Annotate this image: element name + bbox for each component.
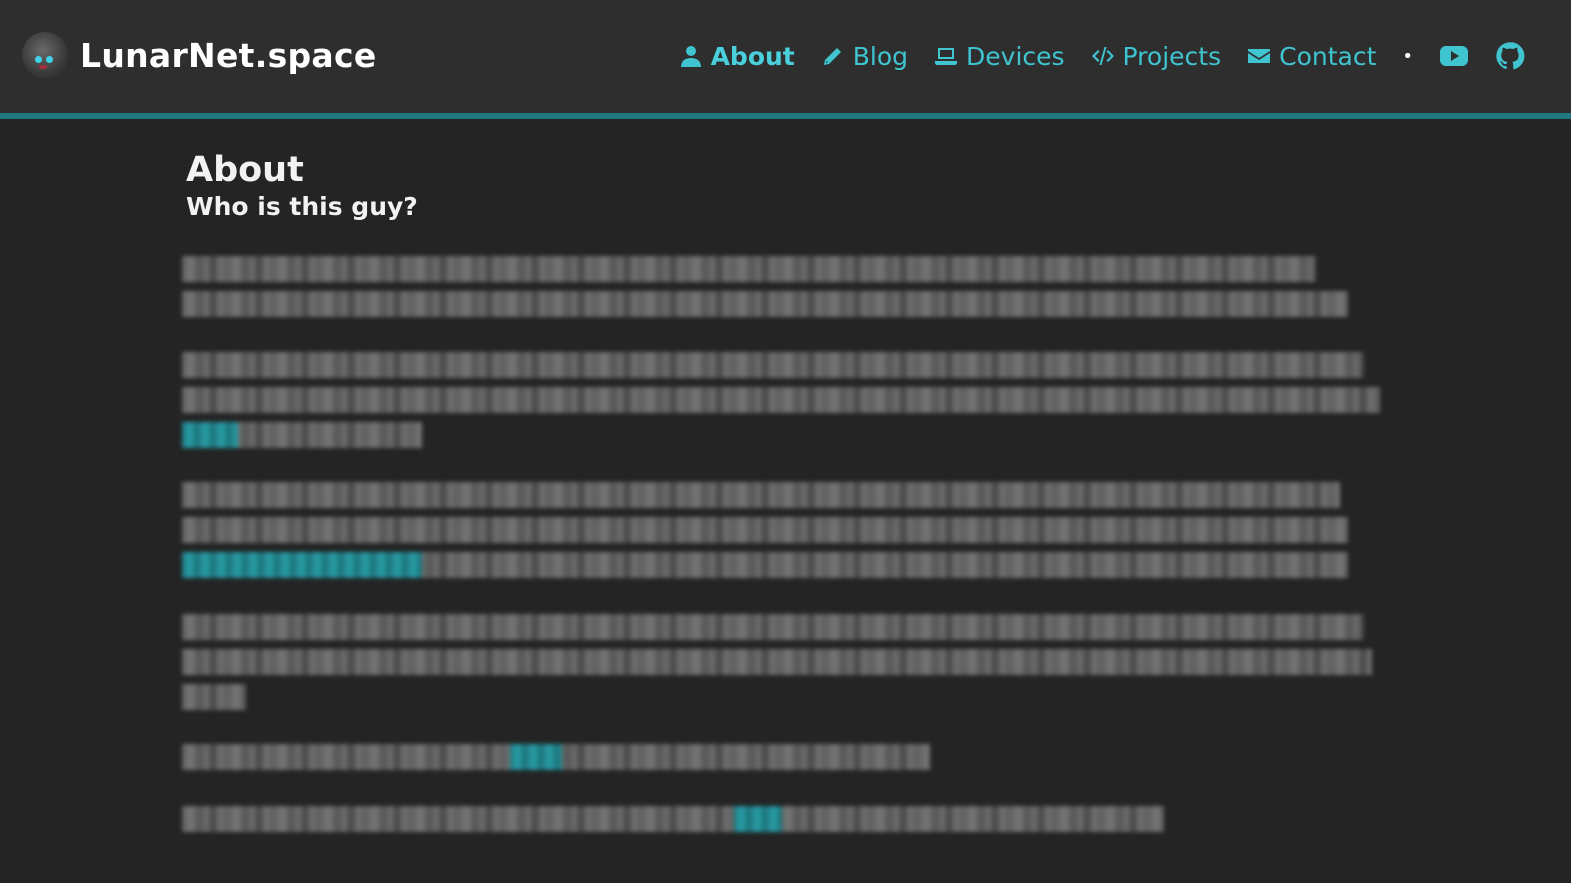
nav-item-projects[interactable]: Projects <box>1091 41 1222 71</box>
obscured-text-line <box>182 482 1340 508</box>
obscured-paragraph-3 <box>182 482 1348 587</box>
obscured-paragraph-1 <box>182 256 1348 326</box>
nav-label: About <box>710 41 795 71</box>
obscured-text-line <box>182 649 1372 675</box>
obscured-link[interactable] <box>182 422 238 448</box>
obscured-text-line[interactable] <box>182 422 422 448</box>
pencil-icon <box>823 48 841 65</box>
moon-mascot-icon <box>22 32 68 78</box>
nav-item-devices[interactable]: Devices <box>934 42 1065 71</box>
obscured-text-line[interactable] <box>182 806 1164 832</box>
obscured-paragraph-2 <box>182 352 1380 457</box>
nav-label: Projects <box>1122 41 1222 71</box>
obscured-text-line <box>182 291 1348 317</box>
obscured-text-line <box>182 256 1316 282</box>
youtube-link[interactable] <box>1439 41 1469 71</box>
obscured-text-line <box>182 517 1348 543</box>
nav-item-about[interactable]: About <box>679 42 795 71</box>
obscured-paragraph-4 <box>182 614 1372 719</box>
page-subtitle: Who is this guy? <box>186 192 418 221</box>
nav-item-contact[interactable]: Contact <box>1247 42 1376 71</box>
obscured-text-line <box>182 684 246 710</box>
brand-link[interactable]: LunarNet.space <box>22 32 377 78</box>
nav-item-blog[interactable]: Blog <box>821 42 908 71</box>
obscured-paragraph-5 <box>182 744 930 779</box>
obscured-text-line[interactable] <box>182 552 1348 578</box>
site-title: LunarNet.space <box>80 35 377 75</box>
obscured-link[interactable] <box>510 744 562 770</box>
nav-separator: • <box>1402 45 1413 67</box>
obscured-text-line <box>182 352 1364 378</box>
laptop-icon <box>935 48 958 65</box>
obscured-text-line[interactable] <box>182 744 930 770</box>
obscured-text-line <box>182 614 1364 640</box>
code-icon <box>1091 47 1114 65</box>
youtube-icon <box>1440 46 1468 66</box>
obscured-paragraph-6 <box>182 806 1164 841</box>
main-content: About Who is this guy? <box>186 150 1386 224</box>
user-icon <box>680 46 701 67</box>
page-title: About <box>186 150 304 190</box>
main-nav: About Blog Devices Projects Contact • <box>679 36 1525 76</box>
nav-label: Contact <box>1279 41 1377 71</box>
obscured-text-line <box>182 387 1380 413</box>
nav-label: Blog <box>852 41 909 71</box>
nav-label: Devices <box>966 41 1065 71</box>
github-icon <box>1496 42 1525 70</box>
github-link[interactable] <box>1495 41 1525 71</box>
obscured-link[interactable] <box>734 806 782 832</box>
site-header: LunarNet.space About Blog Devices Projec… <box>0 0 1571 119</box>
envelope-icon <box>1248 49 1271 63</box>
obscured-link[interactable] <box>182 552 422 578</box>
